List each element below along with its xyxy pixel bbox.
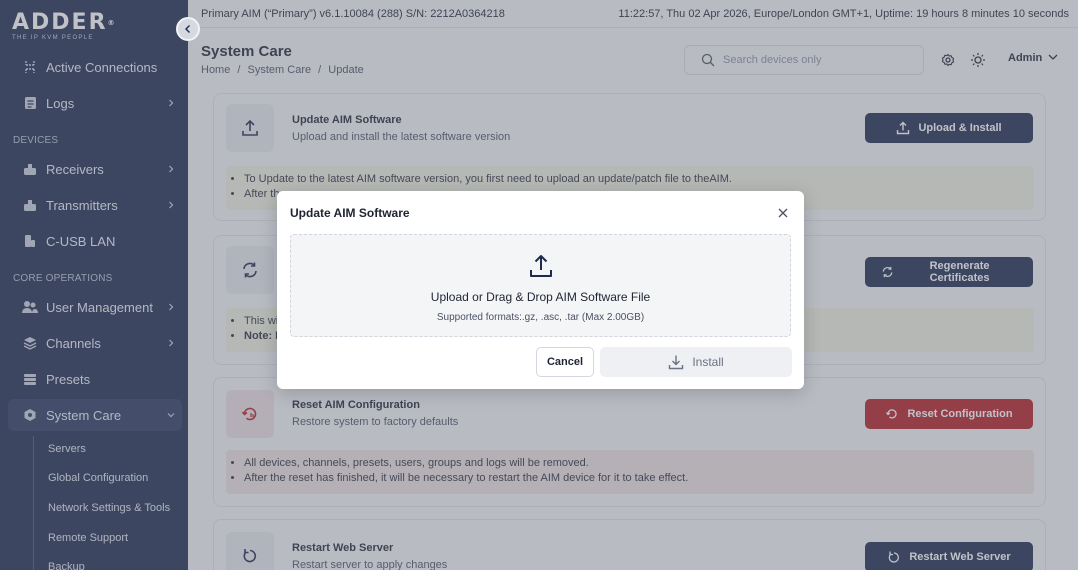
upload-icon — [528, 253, 554, 282]
install-button[interactable]: Install — [600, 347, 792, 377]
download-icon — [669, 355, 684, 370]
cancel-button[interactable]: Cancel — [536, 347, 594, 377]
close-icon[interactable] — [776, 206, 790, 220]
file-dropzone[interactable]: Upload or Drag & Drop AIM Software File … — [290, 234, 791, 337]
sidebar-collapse-button[interactable] — [176, 17, 200, 41]
chevron-left-icon — [185, 25, 190, 33]
dropzone-instruction: Upload or Drag & Drop AIM Software File — [430, 290, 651, 304]
supported-formats: Supported formats:.gz, .asc, .tar (Max 2… — [436, 312, 645, 323]
dialog-title: Update AIM Software — [290, 206, 410, 220]
update-software-dialog: Update AIM Software Upload or Drag & Dro… — [277, 191, 804, 389]
